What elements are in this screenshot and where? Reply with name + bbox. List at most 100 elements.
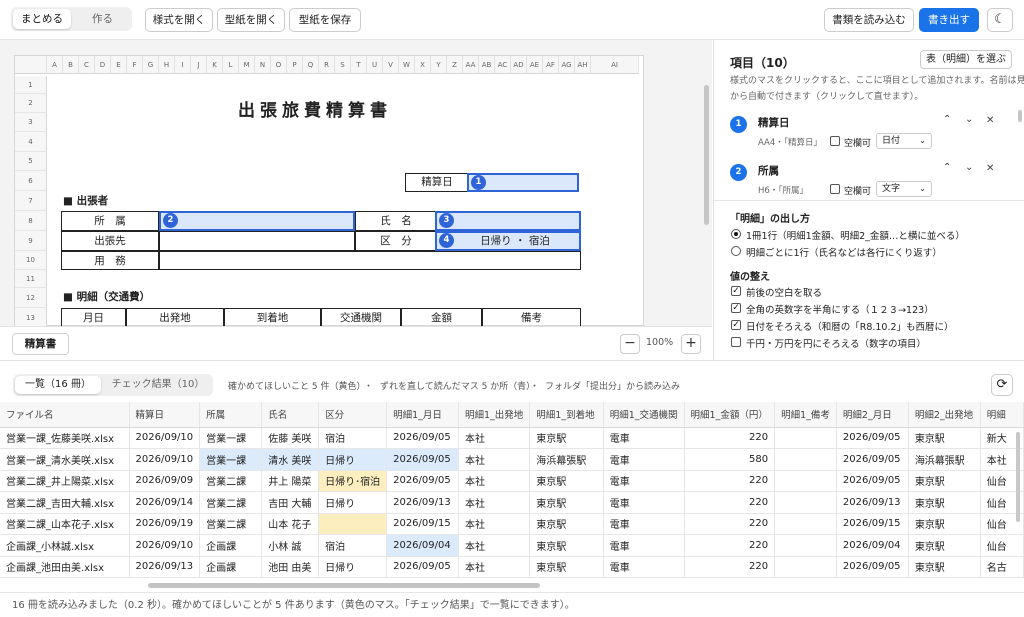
mode-tab-combine[interactable]: まとめる — [13, 9, 71, 29]
column-header-10[interactable]: 明細1_金額（円） — [684, 402, 776, 428]
open-form-button[interactable]: 様式を開く — [145, 8, 213, 32]
table-cell[interactable]: 営業一課 — [199, 448, 263, 471]
column-header-12[interactable]: 明細2_月日 — [836, 402, 909, 428]
table-cell[interactable]: 2026/09/05 — [386, 470, 459, 492]
row-header[interactable]: 8 — [15, 211, 47, 231]
column-header[interactable]: C — [79, 56, 95, 74]
table-cell[interactable]: 営業一課_佐藤美咲.xlsx — [0, 427, 130, 449]
column-header[interactable]: I — [175, 56, 191, 74]
optional-checkbox[interactable] — [830, 184, 840, 194]
table-cell[interactable]: 580 — [684, 448, 776, 471]
detail-output-label[interactable]: 明細ごとに1行（氏名などは各行にくり返す） — [746, 245, 942, 259]
column-header[interactable]: W — [399, 56, 415, 74]
table-vscrollbar[interactable] — [1016, 432, 1020, 522]
table-cell[interactable]: 東京駅 — [908, 513, 981, 535]
column-header[interactable]: D — [95, 56, 111, 74]
row-header[interactable]: 7 — [15, 191, 47, 211]
table-cell[interactable]: 日帰り — [318, 491, 388, 514]
move-up-icon[interactable]: ⌃ — [943, 162, 951, 173]
remove-icon[interactable]: ✕ — [986, 115, 994, 126]
column-header-8[interactable]: 明細1_到着地 — [529, 402, 604, 428]
row-header[interactable]: 1 — [15, 76, 47, 94]
table-cell[interactable]: 日帰り — [318, 448, 388, 471]
column-header[interactable]: N — [255, 56, 271, 74]
table-cell[interactable]: 東京駅 — [529, 470, 604, 492]
column-header[interactable]: Y — [431, 56, 447, 74]
row-header[interactable]: 12 — [15, 288, 47, 308]
row-header[interactable]: 10 — [15, 251, 47, 270]
table-cell[interactable]: 仙台 — [980, 534, 1024, 557]
normalize-label[interactable]: 全角の英数字を半角にする（１２３→123） — [746, 302, 934, 316]
table-cell[interactable]: 電車 — [603, 448, 685, 471]
column-header[interactable]: Q — [303, 56, 319, 74]
table-cell[interactable]: 2026/09/05 — [836, 470, 909, 492]
normalize-label[interactable]: 前後の空白を取る — [746, 285, 822, 299]
table-cell[interactable] — [774, 491, 837, 514]
column-header[interactable]: AA — [463, 56, 479, 74]
table-cell[interactable]: 海浜幕張駅 — [529, 448, 604, 471]
table-cell[interactable]: 電車 — [603, 556, 685, 578]
row-header[interactable]: 11 — [15, 270, 47, 288]
column-header[interactable]: A — [47, 56, 63, 74]
table-cell[interactable]: 東京駅 — [908, 534, 981, 557]
column-header-3[interactable]: 所属 — [199, 402, 263, 428]
table-cell[interactable]: 2026/09/13 — [386, 491, 459, 514]
table-cell[interactable]: 宿泊 — [318, 534, 388, 557]
column-header-4[interactable]: 氏名 — [261, 402, 320, 428]
table-cell[interactable]: 2026/09/05 — [386, 556, 459, 578]
column-header[interactable]: K — [207, 56, 223, 74]
column-header[interactable]: AI — [591, 56, 639, 74]
move-up-icon[interactable]: ⌃ — [943, 114, 951, 125]
table-row[interactable]: 営業二課_井上陽菜.xlsx 2026/09/09 営業二課 井上 陽菜 日帰り･宿泊 2… — [0, 470, 1024, 492]
table-cell[interactable]: 2026/09/13 — [129, 556, 201, 578]
detail-output-radio[interactable] — [731, 229, 741, 239]
row-header[interactable]: 2 — [15, 94, 47, 113]
table-cell[interactable]: 東京駅 — [529, 513, 604, 535]
table-cell[interactable]: 営業一課 — [199, 427, 263, 449]
field-item[interactable]: 2 所属 H6・「所属」 空欄可 文字 ⌄ ⌃ ⌄ ✕ — [714, 160, 1024, 204]
normalize-label[interactable]: 日付をそろえる（和暦の「R8.10.2」も西暦に） — [746, 319, 954, 333]
table-cell[interactable]: 東京駅 — [529, 534, 604, 557]
column-header[interactable]: AG — [559, 56, 575, 74]
table-cell[interactable]: 企画課 — [199, 556, 263, 578]
column-header[interactable]: X — [415, 56, 431, 74]
table-cell[interactable]: 220 — [684, 556, 776, 578]
sheet-scrollbar[interactable] — [704, 85, 709, 225]
table-cell[interactable]: 営業二課_山本花子.xlsx — [0, 513, 130, 535]
table-cell[interactable]: 2026/09/10 — [129, 534, 201, 557]
normalize-checkbox[interactable] — [731, 337, 741, 347]
column-header[interactable]: AC — [495, 56, 511, 74]
table-row[interactable]: 企画課_池田由美.xlsx 2026/09/13 企画課 池田 由美 日帰り 2026/0… — [0, 556, 1024, 578]
row-header[interactable]: 9 — [15, 231, 47, 251]
normalize-checkbox[interactable]: ✓ — [731, 303, 741, 313]
table-cell[interactable]: 企画課_小林誠.xlsx — [0, 534, 130, 557]
column-header[interactable]: U — [367, 56, 383, 74]
moon-icon[interactable]: ☾ — [987, 8, 1013, 32]
table-cell[interactable]: 電車 — [603, 427, 685, 449]
table-cell[interactable]: 池田 由美 — [261, 556, 320, 578]
table-cell[interactable]: 営業二課 — [199, 491, 263, 514]
table-cell[interactable]: 電車 — [603, 491, 685, 514]
table-cell[interactable]: 営業二課_井上陽菜.xlsx — [0, 470, 130, 492]
table-cell[interactable]: 本社 — [458, 427, 531, 449]
field-item-name[interactable]: 所属 — [758, 163, 779, 178]
table-cell[interactable]: 2026/09/15 — [386, 513, 459, 535]
table-cell[interactable]: 営業二課 — [199, 513, 263, 535]
save-template-button[interactable]: 型紙を保存 — [289, 8, 361, 32]
column-header-1[interactable]: ファイル名 — [0, 402, 130, 428]
table-cell[interactable]: 佐藤 美咲 — [261, 427, 320, 449]
table-cell[interactable]: 東京駅 — [529, 556, 604, 578]
table-cell[interactable]: 本社 — [458, 513, 531, 535]
table-cell[interactable] — [774, 448, 837, 471]
detail-output-label[interactable]: 1冊1行（明細1金額、明細2_金額…と横に並べる） — [746, 228, 965, 242]
table-cell[interactable]: 電車 — [603, 534, 685, 557]
column-header-11[interactable]: 明細1_備考 — [774, 402, 837, 428]
column-header-2[interactable]: 精算日 — [129, 402, 201, 428]
table-cell[interactable]: 2026/09/05 — [386, 427, 459, 449]
table-cell[interactable]: 2026/09/05 — [386, 448, 459, 471]
field-type-select[interactable]: 日付 ⌄ — [876, 133, 932, 149]
table-cell[interactable]: 2026/09/13 — [836, 491, 909, 514]
table-cell[interactable]: 2026/09/05 — [836, 448, 909, 471]
row-header[interactable]: 5 — [15, 152, 47, 171]
table-cell[interactable]: 220 — [684, 534, 776, 557]
